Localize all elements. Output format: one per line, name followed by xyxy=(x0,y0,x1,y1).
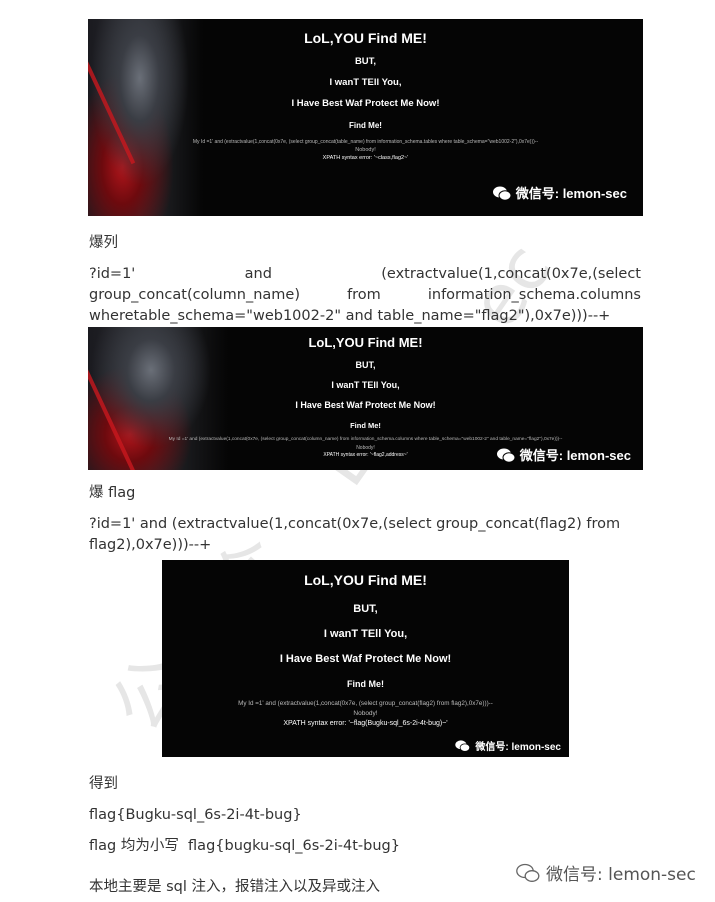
screenshot-line: BUT, xyxy=(354,56,377,67)
code-line-1: ?id=1' and (extractvalue(1,concat(0x7e,(… xyxy=(89,516,621,532)
screenshot-nobody: Nobody! xyxy=(355,147,376,153)
lowercase-note: flag 均为小写 flag{bugku-sql_6s-2i-4t-bug} xyxy=(89,838,400,854)
code-line-3: wheretable_schema="web1002-2" and table_… xyxy=(89,308,611,324)
screenshot-title: LoL,YOU Find ME! xyxy=(308,335,423,350)
code-line-1: ?id=1' and (extractvalue(1,concat(0x7e,(se… xyxy=(89,266,641,282)
screenshot-columns: LoL,YOU Find ME! BUT, I wanT TEll You, I… xyxy=(88,327,643,470)
screenshot-find: Find Me! xyxy=(350,421,381,430)
screenshot-error: XPATH syntax error: '~class,flag2~' xyxy=(322,155,409,161)
screenshot-tables: LoL,YOU Find ME! BUT, I wanT TEll You, I… xyxy=(88,19,643,216)
wechat-watermark: 微信号: lemon-sec xyxy=(492,183,627,204)
screenshot-line: I wanT TEll You, xyxy=(329,77,402,88)
screenshot-line: I wanT TEll You, xyxy=(331,380,400,390)
wechat-icon xyxy=(496,448,516,466)
result-flag: flag{Bugku-sql_6s-2i-4t-bug} xyxy=(89,807,302,823)
screenshot-error: XPATH syntax error: '~flag(Bugku-sql_6s-… xyxy=(283,720,448,727)
wechat-icon xyxy=(455,740,471,755)
wechat-watermark: 微信号: lemon-sec xyxy=(455,738,561,755)
footer-watermark: 微信号: lemon-sec xyxy=(516,860,696,888)
screenshot-find: Find Me! xyxy=(349,121,382,130)
screenshot-line: I Have Best Waf Protect Me Now! xyxy=(295,400,436,410)
code-line-2: flag2),0x7e)))--+ xyxy=(89,537,212,553)
result-label: 得到 xyxy=(89,776,118,792)
screenshot-line: I Have Best Waf Protect Me Now! xyxy=(279,653,452,665)
wechat-watermark: 微信号: lemon-sec xyxy=(496,445,631,466)
wechat-icon xyxy=(492,186,512,204)
screenshot-title: LoL,YOU Find ME! xyxy=(304,572,427,588)
screenshot-query: My Id =1' and (extractvalue(1,concat(0x7… xyxy=(192,139,539,145)
section-heading-columns: 爆列 xyxy=(89,235,118,251)
screenshot-line: BUT, xyxy=(355,360,376,370)
screenshot-line: I wanT TEll You, xyxy=(323,628,408,640)
screenshot-line: I Have Best Waf Protect Me Now! xyxy=(291,98,440,109)
artwork-image xyxy=(88,19,203,216)
screenshot-nobody: Nobody! xyxy=(353,710,378,717)
screenshot-find: Find Me! xyxy=(347,679,384,689)
screenshot-flag: LoL,YOU Find ME! BUT, I wanT TEll You, I… xyxy=(162,560,569,757)
screenshot-query: My Id =1' and (extractvalue(1,concat(0x7… xyxy=(238,700,493,707)
summary-text: 本地主要是 sql 注入，报错注入以及异或注入 xyxy=(89,879,381,895)
screenshot-title: LoL,YOU Find ME! xyxy=(304,30,427,46)
screenshot-query: My Id =1' and (extractvalue(1,concat(0x7… xyxy=(168,437,563,442)
code-line-2: group_concat(column_name) from information… xyxy=(89,287,641,303)
section-heading-flag: 爆 flag xyxy=(89,485,136,501)
wechat-icon xyxy=(516,863,540,888)
screenshot-line: BUT, xyxy=(353,603,378,615)
